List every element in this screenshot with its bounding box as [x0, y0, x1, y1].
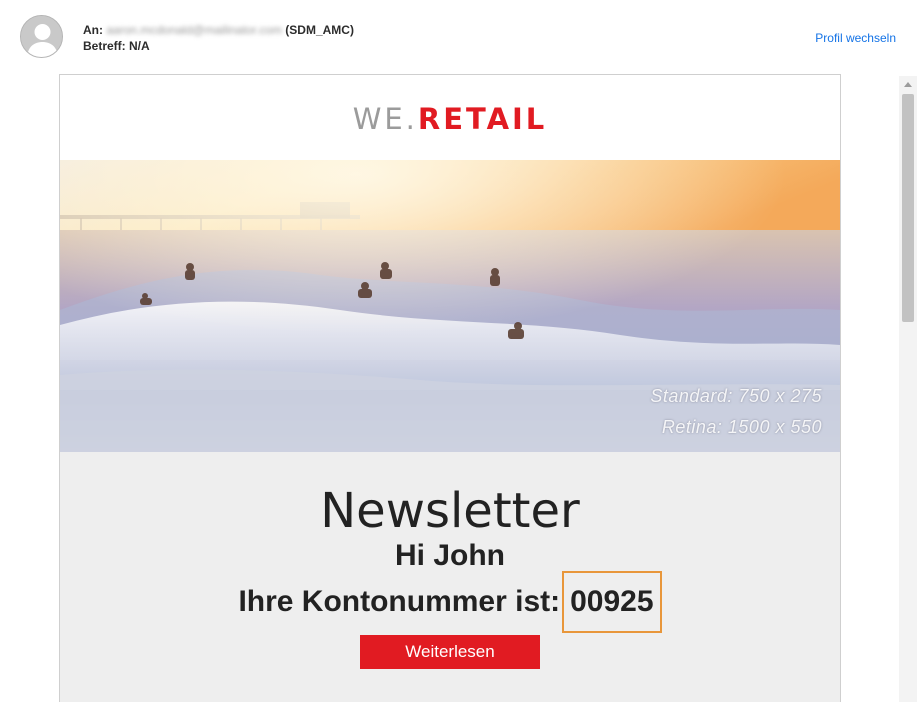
switch-profile-link[interactable]: Profil wechseln — [815, 31, 896, 45]
newsletter-title: Newsletter — [320, 483, 580, 539]
read-more-button[interactable]: Weiterlesen — [360, 635, 540, 669]
account-number: 00925 — [562, 571, 662, 633]
brand-prefix: WE. — [352, 101, 418, 136]
hero-image: Standard: 750 x 275 Retina: 1500 x 550 — [60, 160, 840, 452]
newsletter-body: Newsletter Hi John Ihre Kontonummer ist:… — [60, 452, 840, 702]
to-email: aaron.mcdonald@mailinator.com — [106, 23, 282, 37]
user-icon — [21, 16, 62, 57]
account-line: Ihre Kontonummer ist: 00925 — [60, 571, 840, 634]
brand-logo: WE. RETAIL — [60, 75, 840, 160]
hero-label-retina: Retina: 1500 x 550 — [661, 417, 822, 437]
subject-row: Betreff: N/A — [83, 38, 354, 54]
email-preview-window: An: aaron.mcdonald@mailinator.com (SDM_A… — [0, 0, 917, 702]
scroll-up-arrow-icon[interactable] — [899, 76, 917, 92]
surf-beach-photo — [60, 160, 840, 452]
scrollbar[interactable] — [899, 76, 917, 702]
scrollbar-thumb[interactable] — [902, 94, 914, 322]
subject-value: N/A — [129, 39, 150, 53]
to-label: An: — [83, 23, 103, 37]
hero-label-standard: Standard: 750 x 275 — [650, 386, 822, 406]
greeting: Hi John — [395, 539, 505, 572]
email-content: WE. RETAIL Standard: 750 x 275 Retina: 1… — [59, 74, 841, 702]
account-label: Ihre Kontonummer ist: — [238, 584, 561, 618]
brand-suffix: RETAIL — [417, 101, 548, 136]
avatar — [20, 15, 63, 58]
to-row: An: aaron.mcdonald@mailinator.com (SDM_A… — [83, 22, 354, 38]
recipient-info: An: aaron.mcdonald@mailinator.com (SDM_A… — [83, 22, 354, 54]
subject-label: Betreff: — [83, 39, 126, 53]
to-org: (SDM_AMC) — [285, 23, 354, 37]
